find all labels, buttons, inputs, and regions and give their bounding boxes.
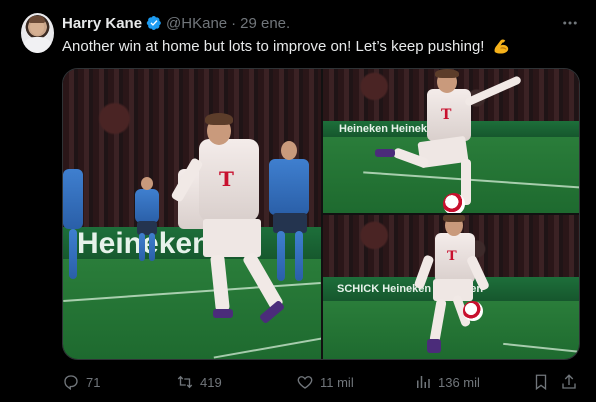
tweet-text-content: Another win at home but lots to improve …	[62, 38, 485, 55]
header-separator: ·	[231, 14, 237, 32]
repost-count: 419	[200, 374, 222, 390]
tweet-actions: 71 419 11 mil 136 mil	[62, 372, 582, 392]
author-handle[interactable]: @HKane	[166, 15, 227, 32]
ad-board-label: Heineken Heineken	[339, 123, 440, 135]
reply-count: 71	[86, 374, 101, 390]
photo-3[interactable]: SCHICK Heineken Heineken T	[323, 215, 579, 359]
like-count: 11 mil	[320, 374, 354, 390]
heart-icon	[297, 376, 313, 389]
share-button[interactable]	[560, 372, 578, 392]
media-grid[interactable]: Heineken	[62, 68, 580, 360]
verified-badge-icon[interactable]	[146, 15, 162, 31]
football	[463, 301, 483, 321]
photo-2[interactable]: Heineken Heineken T	[323, 69, 579, 213]
more-options-icon[interactable]	[561, 14, 579, 37]
tweet-date[interactable]: 29 ene.	[240, 15, 290, 32]
avatar-shirt	[21, 37, 54, 53]
shirt-logo-icon: T	[219, 167, 234, 191]
shirt-logo-icon: T	[447, 249, 457, 264]
tweet-text: Another win at home but lots to improve …	[62, 37, 511, 55]
bookmark-button[interactable]	[532, 372, 550, 392]
views-count: 136 mil	[438, 374, 480, 390]
photo-1[interactable]: Heineken	[63, 69, 321, 359]
pitch	[323, 301, 579, 359]
views-chart-icon	[417, 376, 430, 388]
views-button[interactable]: 136 mil	[414, 372, 480, 392]
shirt-logo-icon: T	[441, 107, 452, 123]
avatar[interactable]	[21, 13, 54, 53]
repost-button[interactable]: 419	[176, 372, 222, 392]
reply-button[interactable]: 71	[62, 372, 100, 392]
tweet-header: Harry Kane @HKane · 29 ene.	[62, 13, 290, 33]
repost-icon	[177, 375, 193, 389]
avatar-hair	[29, 16, 45, 23]
author-name[interactable]: Harry Kane	[62, 15, 142, 32]
share-icon	[562, 374, 576, 389]
tweet[interactable]: Harry Kane @HKane · 29 ene. Another win …	[0, 0, 596, 402]
flexed-biceps-emoji	[494, 39, 508, 54]
football	[443, 193, 465, 213]
reply-icon	[64, 375, 78, 391]
bookmark-icon	[535, 374, 547, 391]
like-button[interactable]: 11 mil	[296, 372, 354, 392]
